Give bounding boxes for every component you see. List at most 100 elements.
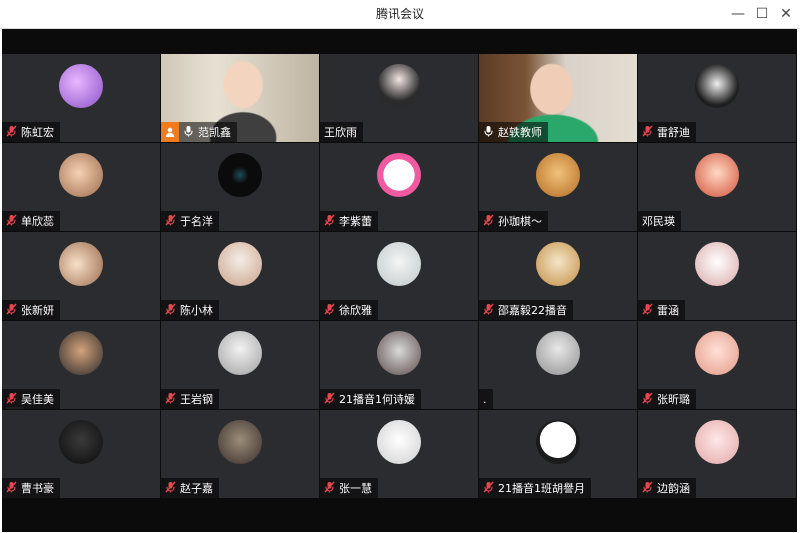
- avatar: [377, 242, 421, 286]
- muted-mic-icon: [165, 392, 176, 407]
- participant-nameplate: 张昕璐: [638, 389, 696, 409]
- avatar: [59, 331, 103, 375]
- participant-nameplate: 王岩钢: [161, 389, 219, 409]
- avatar: [377, 331, 421, 375]
- list-menu-icon[interactable]: [6, 407, 24, 409]
- participant-name: 曹书豪: [21, 482, 54, 495]
- participant-tile[interactable]: 王欣雨: [320, 54, 478, 142]
- participant-name: 范凯鑫: [198, 126, 231, 139]
- participant-tile[interactable]: 张一慧: [320, 410, 478, 498]
- avatar: [695, 242, 739, 286]
- muted-mic-icon: [6, 392, 17, 407]
- participant-tile[interactable]: 陈虹宏: [2, 54, 160, 142]
- participant-name: .: [483, 392, 487, 406]
- participant-nameplate: 21播音1班胡譽月: [479, 478, 591, 498]
- muted-mic-icon: [483, 214, 494, 229]
- muted-mic-icon: [165, 214, 176, 229]
- avatar: [218, 153, 262, 197]
- participant-name: 边韵涵: [657, 482, 690, 495]
- participant-nameplate: 单欣蕊: [2, 211, 60, 231]
- participant-nameplate: 吴佳美: [2, 389, 60, 409]
- participant-name: 21播音1班胡譽月: [498, 482, 585, 495]
- participant-tile[interactable]: 邵嘉毅22播音: [479, 232, 637, 320]
- avatar: [59, 153, 103, 197]
- avatar: [377, 64, 421, 108]
- participant-nameplate: 李紫蕾: [320, 211, 378, 231]
- participant-nameplate: 曹书豪: [2, 478, 60, 498]
- mic-icon: [183, 125, 194, 140]
- participant-name: 吴佳美: [21, 393, 54, 406]
- participant-name: 赵轶教师: [498, 126, 542, 139]
- participant-nameplate: .: [479, 389, 493, 409]
- participant-nameplate: 雷舒迪: [638, 122, 696, 142]
- participant-tile[interactable]: 曹书豪: [2, 410, 160, 498]
- participant-nameplate: 陈虹宏: [2, 122, 60, 142]
- participant-tile[interactable]: 范凯鑫: [161, 54, 319, 142]
- muted-mic-icon: [324, 214, 335, 229]
- muted-mic-icon: [483, 303, 494, 318]
- close-button[interactable]: ✕: [772, 0, 800, 28]
- participant-tile[interactable]: 边韵涵: [638, 410, 796, 498]
- participant-name: 陈小林: [180, 304, 213, 317]
- participant-name: 徐欣雅: [339, 304, 372, 317]
- participant-name: 王岩钢: [180, 393, 213, 406]
- participant-name: 邓民瑛: [642, 215, 675, 228]
- participant-tile[interactable]: 孙珈棋～: [479, 143, 637, 231]
- participant-tile[interactable]: 雷涵: [638, 232, 796, 320]
- avatar: [695, 64, 739, 108]
- participant-tile[interactable]: 雷舒迪: [638, 54, 796, 142]
- participant-tile[interactable]: 张昕璐: [638, 321, 796, 409]
- muted-mic-icon: [6, 214, 17, 229]
- participant-tile[interactable]: 邓民瑛: [638, 143, 796, 231]
- participant-name: 雷舒迪: [657, 126, 690, 139]
- participant-nameplate: 21播音1何诗媛: [320, 389, 421, 409]
- participant-name: 雷涵: [657, 304, 679, 317]
- participant-tile[interactable]: 李紫蕾: [320, 143, 478, 231]
- participant-tile[interactable]: 于名洋: [161, 143, 319, 231]
- avatar: [536, 331, 580, 375]
- participant-name: 21播音1何诗媛: [339, 393, 415, 406]
- participant-name: 孙珈棋～: [498, 215, 542, 228]
- muted-mic-icon: [6, 125, 17, 140]
- participant-tile[interactable]: 单欣蕊: [2, 143, 160, 231]
- participant-name: 赵子嘉: [180, 482, 213, 495]
- participant-nameplate: 徐欣雅: [320, 300, 378, 320]
- participant-nameplate: 雷涵: [638, 300, 685, 320]
- avatar: [695, 153, 739, 197]
- participant-name: 陈虹宏: [21, 126, 54, 139]
- participant-tile[interactable]: .: [479, 321, 637, 409]
- participant-tile[interactable]: 赵轶教师: [479, 54, 637, 142]
- mic-icon: [483, 125, 494, 140]
- muted-mic-icon: [165, 303, 176, 318]
- participant-nameplate: 孙珈棋～: [479, 211, 548, 231]
- muted-mic-icon: [483, 481, 494, 496]
- participant-tile[interactable]: 吴佳美: [2, 321, 160, 409]
- muted-mic-icon: [324, 481, 335, 496]
- participant-nameplate: 张一慧: [320, 478, 378, 498]
- avatar: [695, 420, 739, 464]
- host-badge-icon: [161, 122, 179, 142]
- avatar: [218, 420, 262, 464]
- muted-mic-icon: [324, 303, 335, 318]
- participant-nameplate: 边韵涵: [638, 478, 696, 498]
- muted-mic-icon: [324, 392, 335, 407]
- participant-name: 张昕璐: [657, 393, 690, 406]
- window-title: 腾讯会议: [375, 7, 424, 21]
- participant-nameplate: 张新妍: [2, 300, 60, 320]
- participant-tile[interactable]: 21播音1何诗媛: [320, 321, 478, 409]
- avatar: [536, 242, 580, 286]
- participant-nameplate: 赵轶教师: [479, 122, 548, 142]
- participant-nameplate: 邵嘉毅22播音: [479, 300, 573, 320]
- muted-mic-icon: [642, 481, 653, 496]
- participant-nameplate: 陈小林: [161, 300, 219, 320]
- avatar: [59, 242, 103, 286]
- avatar: [59, 420, 103, 464]
- participant-tile[interactable]: 赵子嘉: [161, 410, 319, 498]
- participant-tile[interactable]: 王岩钢: [161, 321, 319, 409]
- avatar: [218, 331, 262, 375]
- participant-tile[interactable]: 21播音1班胡譽月: [479, 410, 637, 498]
- participant-tile[interactable]: 徐欣雅: [320, 232, 478, 320]
- participant-name: 张一慧: [339, 482, 372, 495]
- participant-tile[interactable]: 张新妍: [2, 232, 160, 320]
- participant-tile[interactable]: 陈小林: [161, 232, 319, 320]
